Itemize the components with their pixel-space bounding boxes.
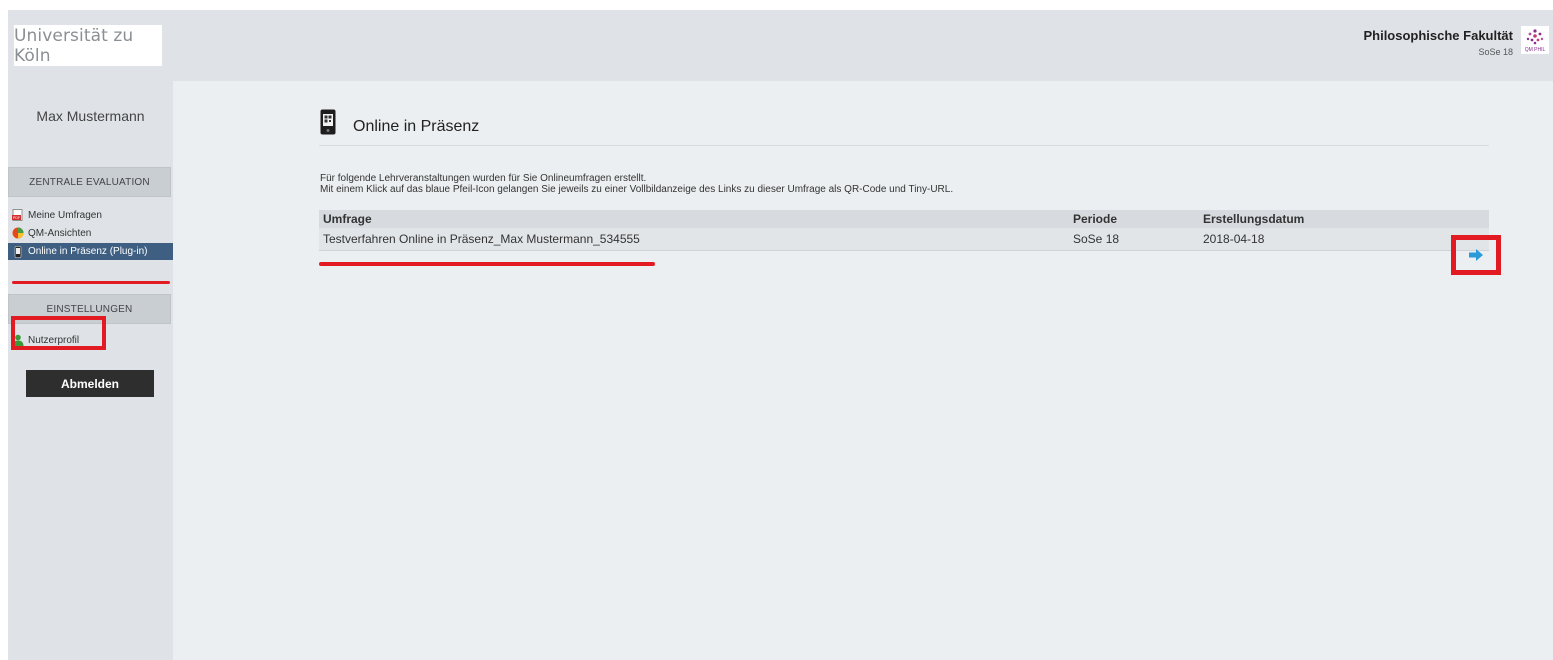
- sidebar-item-my-surveys[interactable]: PDF Meine Umfragen: [12, 207, 102, 223]
- smartphone-icon: [14, 245, 22, 258]
- column-header-survey: Umfrage: [319, 210, 1069, 228]
- intro-line-1: Für folgende Lehrveranstaltungen wurden …: [320, 173, 647, 184]
- survey-table: Umfrage Periode Erstellungsdatum Testver…: [319, 210, 1489, 251]
- open-qr-button[interactable]: [1451, 235, 1501, 275]
- main-content: Online in Präsenz Für folgende Lehrveran…: [173, 81, 1553, 660]
- column-header-created: Erstellungsdatum: [1199, 210, 1427, 228]
- arrow-right-icon: [1469, 249, 1483, 261]
- period-cell: SoSe 18: [1069, 228, 1199, 251]
- sidebar-item-label: QM-Ansichten: [28, 227, 92, 239]
- section-header-central-evaluation: ZENTRALE EVALUATION: [8, 167, 171, 197]
- intro-text: Für folgende Lehrveranstaltungen wurden …: [320, 173, 953, 195]
- column-header-action: [1427, 210, 1489, 228]
- faculty-name: Philosophische Fakultät: [1363, 28, 1513, 43]
- top-header: Universität zu Köln Philosophische Fakul…: [8, 10, 1553, 81]
- table-row[interactable]: Testverfahren Online in Präsenz_Max Must…: [319, 228, 1489, 251]
- logout-button[interactable]: Abmelden: [26, 370, 154, 397]
- title-divider: [319, 145, 1489, 146]
- sidebar-item-online-presence[interactable]: Online in Präsenz (Plug-in): [8, 243, 173, 260]
- table-header-row: Umfrage Periode Erstellungsdatum: [319, 210, 1489, 228]
- user-name: Max Mustermann: [36, 108, 145, 124]
- column-header-period: Periode: [1069, 210, 1199, 228]
- intro-line-2: Mit einem Klick auf das blaue Pfeil-Icon…: [320, 184, 954, 195]
- highlight-box: [11, 316, 106, 350]
- survey-name-cell: Testverfahren Online in Präsenz_Max Must…: [319, 228, 1069, 251]
- university-logo-text: Universität zu Köln: [14, 25, 134, 66]
- sidebar: Max Mustermann ZENTRALE EVALUATION PDF M…: [8, 81, 173, 660]
- svg-text:PDF: PDF: [13, 216, 21, 220]
- svg-text:QM PHIL: QM PHIL: [1525, 47, 1546, 53]
- app-root: Universität zu Köln Philosophische Fakul…: [8, 10, 1553, 660]
- university-logo[interactable]: Universität zu Köln: [14, 25, 162, 66]
- sidebar-item-qm-views[interactable]: QM-Ansichten: [12, 225, 91, 241]
- qm-logo-icon: QM PHIL: [1521, 26, 1549, 54]
- highlight-underline: [12, 281, 170, 284]
- highlight-underline: [319, 262, 655, 266]
- smartphone-icon: [320, 109, 336, 135]
- sidebar-item-label: Online in Präsenz (Plug-in): [28, 246, 148, 257]
- pie-chart-icon: [12, 227, 24, 239]
- page-title: Online in Präsenz: [353, 118, 480, 135]
- current-term: SoSe 18: [1478, 47, 1513, 57]
- sidebar-item-label: Meine Umfragen: [28, 209, 102, 221]
- pdf-icon: PDF: [12, 209, 23, 221]
- date-cell: 2018-04-18: [1199, 228, 1427, 251]
